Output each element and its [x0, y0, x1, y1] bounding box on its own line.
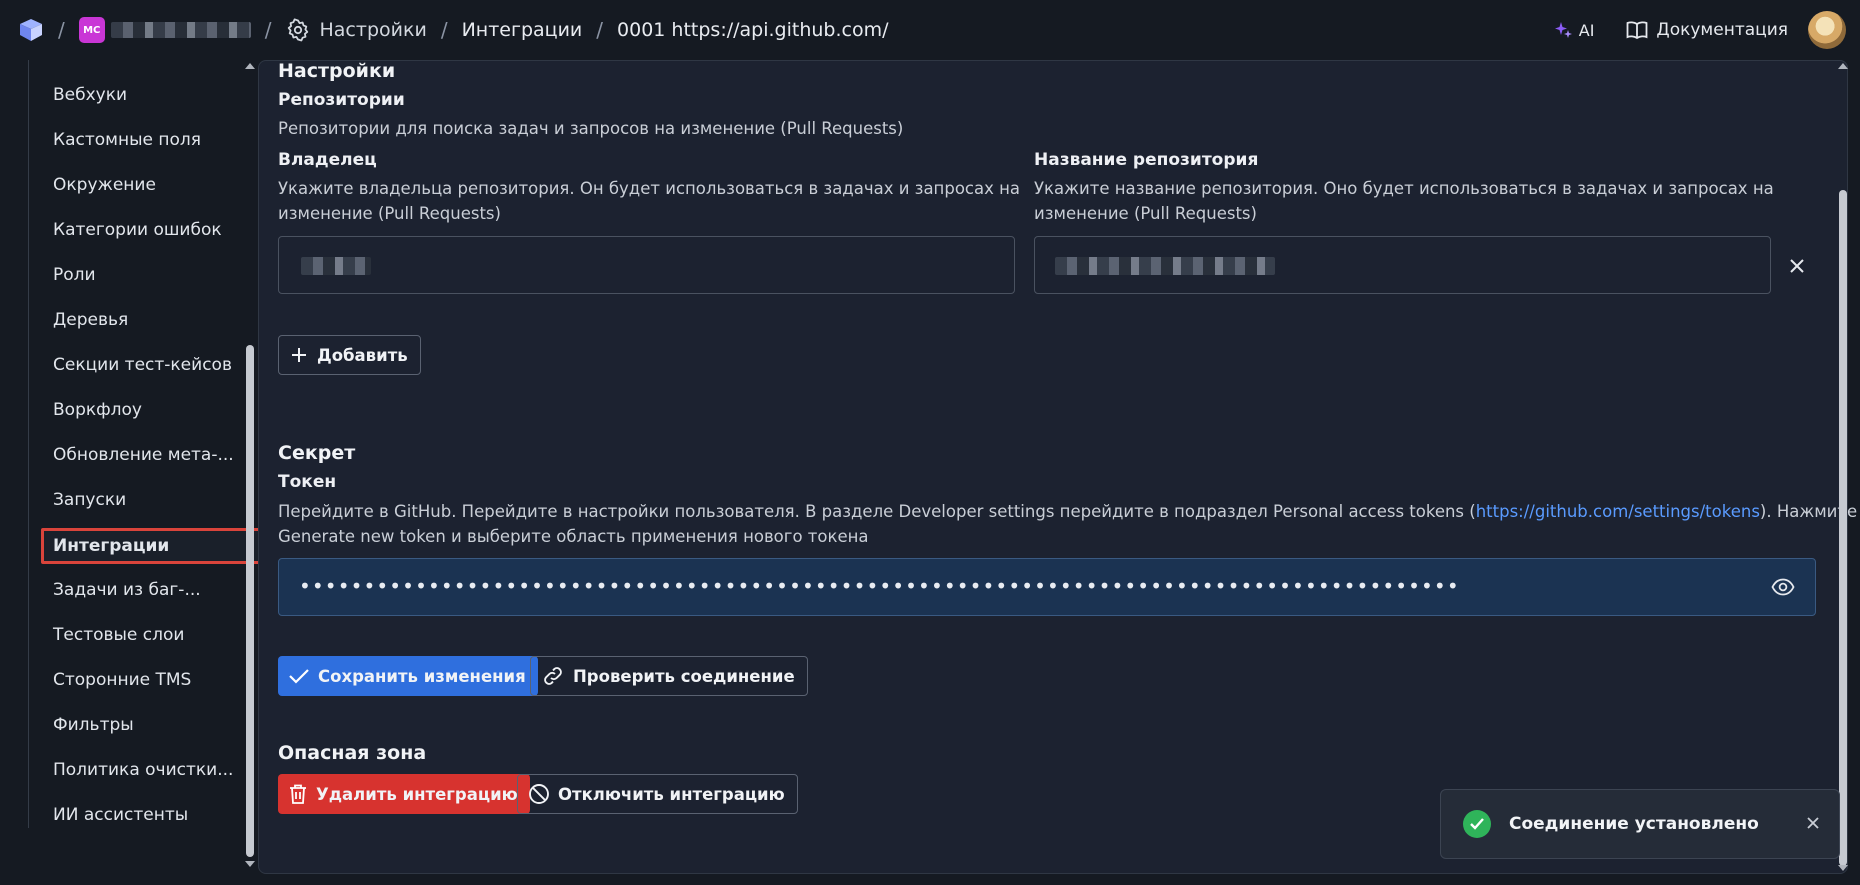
check-icon: [289, 669, 309, 684]
save-changes-label: Сохранить изменения: [318, 666, 526, 686]
plus-icon: [292, 348, 306, 362]
breadcrumb-separator: /: [596, 18, 604, 42]
sidebar-item-custom-fields[interactable]: Кастомные поля: [53, 130, 201, 150]
owner-value-redacted: [301, 257, 371, 275]
breadcrumb-separator: /: [58, 18, 65, 42]
sidebar-item-filters[interactable]: Фильтры: [53, 715, 134, 735]
show-password-eye-icon[interactable]: [1771, 577, 1795, 601]
main-scrollbar[interactable]: [1836, 60, 1850, 874]
token-description-line2: Generate new token и выберите область пр…: [278, 527, 869, 546]
project-name-redacted[interactable]: [110, 22, 251, 38]
token-masked-value: ••••••••••••••••••••••••••••••••••••••••…: [299, 574, 1460, 598]
ai-sparkle-icon: [1554, 22, 1572, 38]
success-toast: Соединение установлено: [1440, 789, 1840, 859]
token-description-text: Перейдите в GitHub. Перейдите в настройк…: [278, 502, 1476, 521]
scroll-down-arrow-icon[interactable]: [1838, 865, 1848, 871]
toast-close-icon[interactable]: [1805, 815, 1821, 835]
token-label: Токен: [278, 472, 337, 492]
secret-section-title: Секрет: [278, 442, 356, 464]
breadcrumb-integrations[interactable]: Интеграции: [462, 19, 583, 41]
repo-name-label: Название репозитория: [1034, 150, 1259, 170]
owner-description-line2: изменение (Pull Requests): [278, 204, 501, 223]
book-icon: [1627, 21, 1648, 40]
top-bar: / MC / Настройки / Интеграции / 0001 htt…: [0, 0, 1860, 60]
repo-name-input[interactable]: [1034, 236, 1771, 294]
documentation-label: Документация: [1656, 20, 1788, 40]
ai-label: AI: [1578, 20, 1595, 40]
owner-input[interactable]: [278, 236, 1015, 294]
sidebar-item-bugtracker-tasks[interactable]: Задачи из баг-...: [53, 580, 201, 600]
save-changes-button[interactable]: Сохранить изменения: [278, 656, 538, 696]
ai-button[interactable]: AI: [1554, 20, 1595, 40]
toast-message: Соединение установлено: [1509, 814, 1759, 834]
sidebar-item-test-layers[interactable]: Тестовые слои: [53, 625, 184, 645]
documentation-button[interactable]: Документация: [1626, 20, 1788, 40]
trash-icon: [290, 784, 306, 804]
user-avatar[interactable]: [1808, 11, 1846, 49]
top-right-actions: AI Документация: [1554, 0, 1860, 60]
sidebar-item-test-case-sections[interactable]: Секции тест-кейсов: [53, 355, 232, 375]
disable-integration-label: Отключить интеграцию: [558, 784, 785, 804]
sidebar-item-trees[interactable]: Деревья: [53, 310, 128, 330]
sidebar-item-workflow[interactable]: Воркфлоу: [53, 400, 142, 420]
token-input[interactable]: ••••••••••••••••••••••••••••••••••••••••…: [278, 558, 1816, 616]
sidebar-item-ai-assistants[interactable]: ИИ ассистенты: [53, 805, 188, 825]
sidebar-item-defect-categories[interactable]: Категории ошибок: [53, 220, 222, 240]
owner-description-line1: Укажите владельца репозитория. Он будет …: [278, 179, 1021, 198]
settings-sidebar: Вебхуки Кастомные поля Окружение Категор…: [28, 60, 265, 828]
sidebar-item-meta-update[interactable]: Обновление мета-...: [53, 445, 234, 465]
project-avatar[interactable]: MC: [78, 17, 105, 43]
sidebar-scroll-thumb[interactable]: [246, 345, 254, 857]
scroll-down-arrow-icon[interactable]: [245, 861, 255, 867]
add-repository-button[interactable]: Добавить: [278, 335, 421, 375]
sidebar-scrollbar[interactable]: [243, 60, 257, 870]
danger-zone-title: Опасная зона: [278, 742, 427, 764]
repo-name-value-redacted: [1055, 257, 1275, 275]
github-tokens-link[interactable]: https://github.com/settings/tokens: [1476, 502, 1760, 521]
sidebar-item-launches[interactable]: Запуски: [53, 490, 126, 510]
sidebar-item-integrations[interactable]: Интеграции: [41, 528, 265, 564]
add-repository-label: Добавить: [317, 345, 408, 365]
main-scroll-thumb[interactable]: [1839, 190, 1847, 866]
gear-icon: [286, 18, 310, 42]
breadcrumb-settings[interactable]: Настройки: [320, 19, 427, 41]
success-check-icon: [1463, 810, 1491, 838]
repositories-description: Репозитории для поиска задач и запросов …: [278, 119, 904, 138]
sidebar-item-external-tms[interactable]: Сторонние TMS: [53, 670, 191, 690]
sidebar-item-environment[interactable]: Окружение: [53, 175, 156, 195]
scroll-up-arrow-icon[interactable]: [1838, 63, 1848, 69]
ban-icon: [529, 784, 549, 804]
repositories-title: Репозитории: [278, 90, 405, 110]
sidebar-item-webhooks[interactable]: Вебхуки: [53, 85, 127, 105]
breadcrumb-separator: /: [264, 18, 272, 42]
check-connection-button[interactable]: Проверить соединение: [530, 656, 808, 696]
settings-section-title: Настройки: [278, 60, 396, 82]
breadcrumb-separator: /: [440, 18, 448, 42]
repo-name-description-line1: Укажите название репозитория. Оно будет …: [1034, 179, 1774, 198]
delete-integration-label: Удалить интеграцию: [316, 784, 518, 804]
check-connection-label: Проверить соединение: [573, 666, 795, 686]
breadcrumb-current: 0001 https://api.github.com/: [617, 19, 889, 41]
scroll-up-arrow-icon[interactable]: [245, 63, 255, 69]
sidebar-item-cleanup-policy[interactable]: Политика очистки...: [53, 760, 233, 780]
remove-repository-close-icon[interactable]: [1787, 256, 1807, 276]
delete-integration-button[interactable]: Удалить интеграцию: [278, 774, 530, 814]
token-description-line1: Перейдите в GitHub. Перейдите в настройк…: [278, 499, 1857, 524]
sidebar-item-roles[interactable]: Роли: [53, 265, 96, 285]
link-icon: [544, 667, 562, 685]
owner-label: Владелец: [278, 150, 377, 170]
repo-name-description-line2: изменение (Pull Requests): [1034, 204, 1257, 223]
disable-integration-button[interactable]: Отключить интеграцию: [517, 774, 798, 814]
app-logo-icon[interactable]: [18, 17, 44, 43]
